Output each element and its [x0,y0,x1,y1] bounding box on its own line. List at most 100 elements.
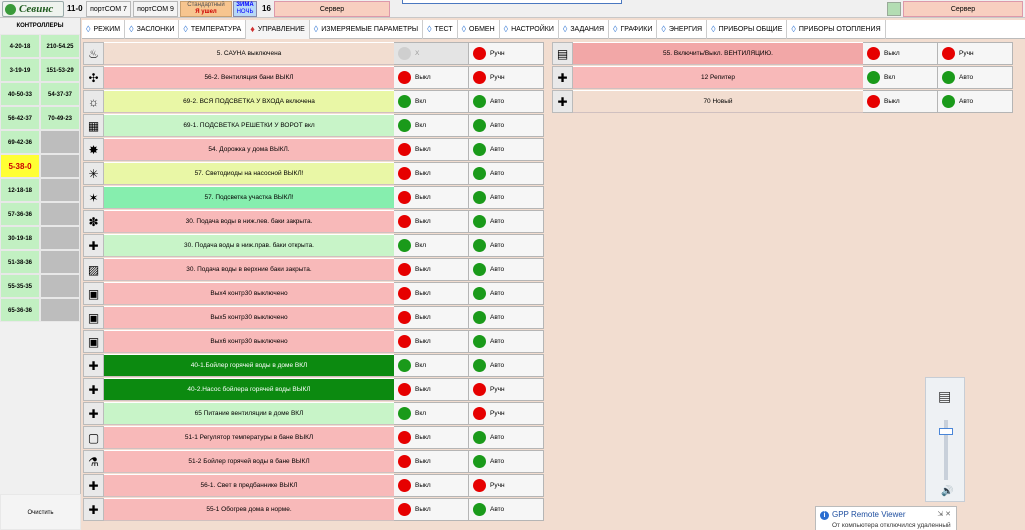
button-label: Ручн [490,482,505,489]
mode-button[interactable]: Авто [469,186,544,209]
mode-button[interactable]: Авто [469,258,544,281]
controller-cell[interactable]: 30-19-18 [0,226,40,250]
mode-button[interactable]: Ручн [469,66,544,89]
row-label: 40-1.Бойлер горячей воды в доме ВКЛ [104,354,394,377]
state-button[interactable]: Вкл [394,402,469,425]
mode-button[interactable]: Ручн [469,402,544,425]
state-button[interactable]: Х [394,42,469,65]
tab-12[interactable]: ◊ ПРИБОРЫ ОТОПЛЕНИЯ [787,20,886,39]
mode-button[interactable]: Стандартный Я ушел [180,1,232,17]
season-button[interactable]: ЗИМА НОЧЬ [233,1,257,17]
state-button[interactable]: Выкл [394,66,469,89]
state-button[interactable]: Выкл [863,42,938,65]
mode-button[interactable]: Авто [469,426,544,449]
controller-cell[interactable]: 51-38-36 [0,250,40,274]
controller-cell[interactable]: 54-37-37 [40,82,80,106]
mode-button[interactable]: Авто [469,282,544,305]
mode-button[interactable]: Ручн [469,474,544,497]
speaker-icon[interactable]: 🔊 [941,486,953,497]
toast-controls[interactable]: ⇲ ✕ [937,510,951,518]
state-button[interactable]: Вкл [394,114,469,137]
tab-9[interactable]: ◊ ГРАФИКИ [609,20,658,39]
tab-7[interactable]: ◊ НАСТРОЙКИ [500,20,559,39]
state-button[interactable]: Выкл [394,450,469,473]
tab-0[interactable]: ◊ РЕЖИМ [82,20,126,39]
tab-8[interactable]: ◊ ЗАДАНИЯ [559,20,610,39]
mode-button[interactable]: Авто [469,354,544,377]
state-button[interactable]: Выкл [394,282,469,305]
state-button[interactable]: Вкл [863,66,938,89]
mode-button[interactable]: Ручн [938,42,1013,65]
mode-button[interactable]: Авто [469,210,544,233]
state-button[interactable]: Вкл [394,90,469,113]
tab-2[interactable]: ◊ ТЕМПЕРАТУРА [179,20,247,39]
state-button[interactable]: Выкл [863,90,938,113]
mode-button[interactable]: Авто [469,306,544,329]
mode-button[interactable]: Авто [469,162,544,185]
state-button[interactable]: Выкл [394,162,469,185]
state-button[interactable]: Выкл [394,258,469,281]
tab-6[interactable]: ◊ ОБМЕН [458,20,500,39]
sauna-icon: ♨ [83,42,104,65]
button-label: Выкл [415,458,431,465]
mode-button[interactable]: Авто [469,114,544,137]
fan-icon: ✣ [83,66,104,89]
state-button[interactable]: Вкл [394,234,469,257]
controller-cell[interactable]: 151-53-29 [40,58,80,82]
tab-4[interactable]: ◊ ИЗМЕРЯЕМЫЕ ПАРАМЕТРЫ [310,20,424,39]
controller-cell[interactable]: 56-42-37 [0,106,40,130]
controller-cell[interactable]: 55-35-35 [0,274,40,298]
controller-cell[interactable]: 40-50-33 [0,82,40,106]
mode-button[interactable]: Ручн [469,378,544,401]
tab-5[interactable]: ◊ ТЕСТ [423,20,458,39]
valve-icon: ✚ [83,474,104,497]
port-com7-button[interactable]: портCOM 7 [86,1,131,17]
mode-button[interactable]: Авто [469,234,544,257]
mode-button[interactable]: Авто [469,90,544,113]
mode-button[interactable]: Авто [469,498,544,521]
mode-button[interactable]: Авто [469,330,544,353]
mode-button[interactable]: Авто [469,450,544,473]
button-label: Ручн [490,50,505,57]
controller-cell[interactable]: 69-42-36 [0,130,40,154]
controller-empty [40,130,80,154]
mode-button[interactable]: Авто [938,90,1013,113]
row-label: 69-1. ПОДСВЕТКА РЕШЕТКИ У ВОРОТ вкл [104,114,394,137]
volume-thumb[interactable] [939,428,953,435]
controller-cell[interactable]: 5-38-0 [0,154,40,178]
state-button[interactable]: Выкл [394,138,469,161]
valve-icon: ✚ [552,90,573,113]
port-com9-button[interactable]: портCOM 9 [133,1,178,17]
controller-cell[interactable]: 57-36-36 [0,202,40,226]
state-button[interactable]: Выкл [394,186,469,209]
controller-cell[interactable]: 4-20-18 [0,34,40,58]
controllers-grid: 4-20-18 210-54.25 3-19-19 151-53-29 40-50-33… [0,34,80,322]
controller-cell[interactable]: 3-19-19 [0,58,40,82]
row-label: 56-2. Вентиляция бани ВЫКЛ [104,66,394,89]
clear-button[interactable]: Очистить [0,494,81,530]
state-button[interactable]: Вкл [394,354,469,377]
controller-cell[interactable]: 65-36-36 [0,298,40,322]
controller-cell[interactable]: 210-54.25 [40,34,80,58]
mode-button[interactable]: Авто [469,138,544,161]
tab-3[interactable]: ♦ УПРАВЛЕНИЕ [246,20,310,39]
state-button[interactable]: Выкл [394,378,469,401]
state-button[interactable]: Выкл [394,330,469,353]
tab-11[interactable]: ◊ ПРИБОРЫ ОБЩИЕ [707,20,788,39]
state-button[interactable]: Выкл [394,210,469,233]
tab-10[interactable]: ◊ ЭНЕРГИЯ [657,20,708,39]
button-label: Авто [490,506,505,513]
state-button[interactable]: Выкл [394,498,469,521]
tab-1[interactable]: ◊ ЗАСЛОНКИ [125,20,180,39]
top-frame [402,0,622,4]
controller-cell[interactable]: 12-18-18 [0,178,40,202]
control-row: ✚ 56-1. Свет в предбаннике ВЫКЛ Выкл Ручн [83,474,544,497]
state-button[interactable]: Выкл [394,474,469,497]
state-button[interactable]: Выкл [394,306,469,329]
controller-cell[interactable]: 70-49-23 [40,106,80,130]
state-button[interactable]: Выкл [394,426,469,449]
notification-toast[interactable]: i GPP Remote Viewer ⇲ ✕ От компьютера от… [815,506,957,530]
mode-button[interactable]: Ручн [469,42,544,65]
mode-button[interactable]: Авто [938,66,1013,89]
red-status-icon [942,47,955,60]
